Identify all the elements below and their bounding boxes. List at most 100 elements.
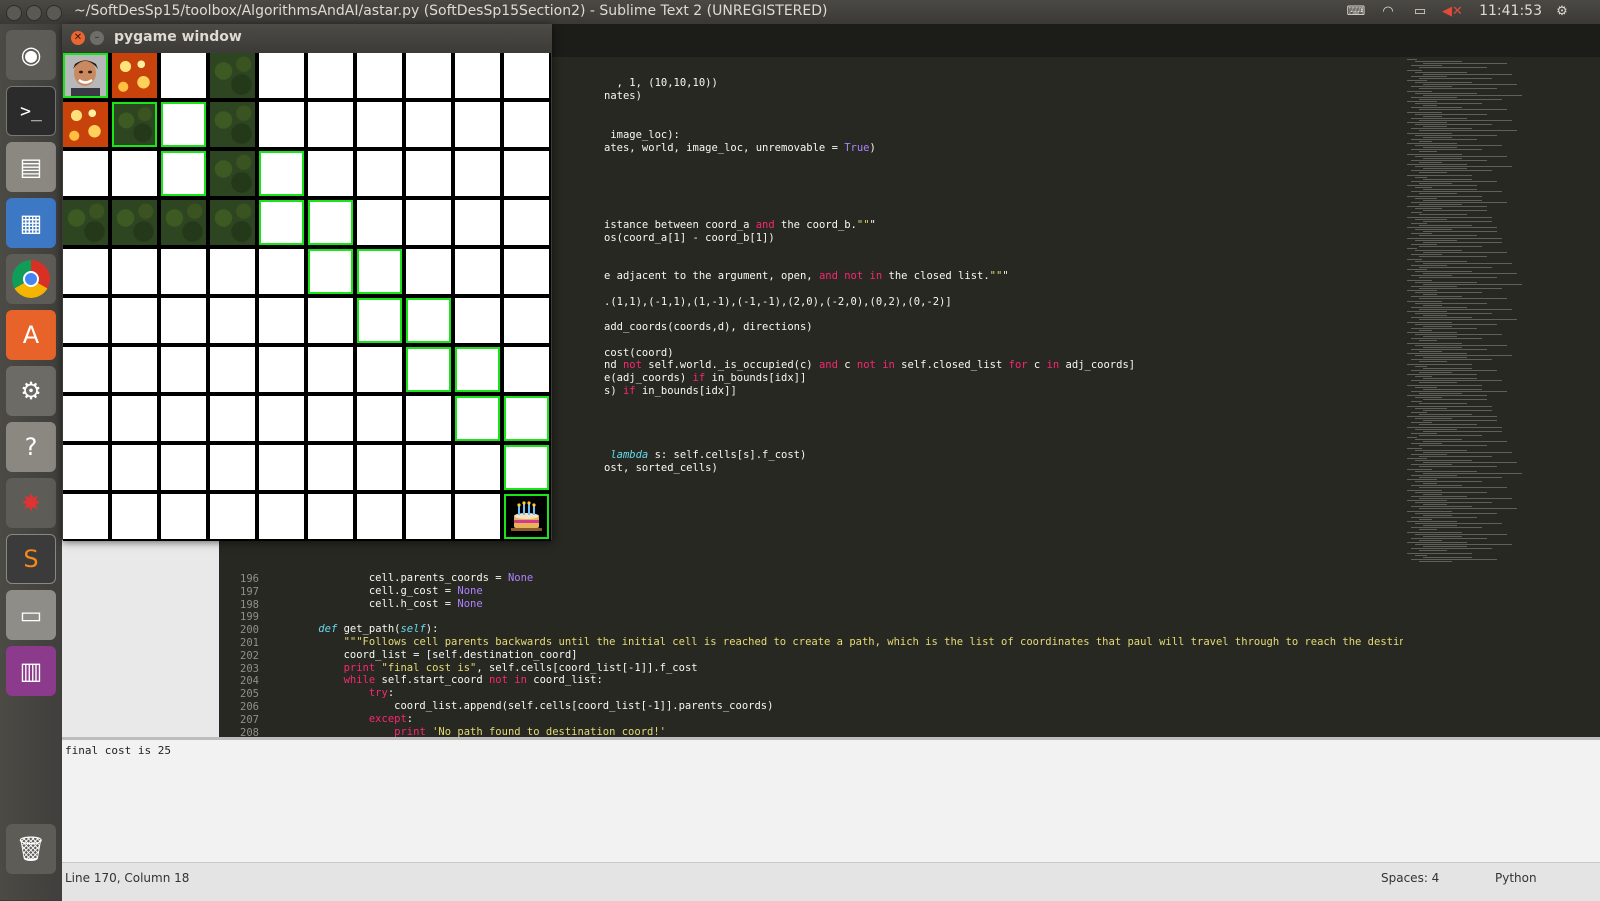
- grid-cell[interactable]: [455, 102, 500, 147]
- grid-cell[interactable]: [161, 396, 206, 441]
- grid-cell[interactable]: [308, 249, 353, 294]
- player-avatar[interactable]: [63, 53, 108, 98]
- lava-tile[interactable]: [63, 102, 108, 147]
- grass-tile[interactable]: [210, 102, 255, 147]
- close-icon[interactable]: ✕: [71, 31, 85, 45]
- grid-cell[interactable]: [112, 396, 157, 441]
- grid-cell[interactable]: [112, 249, 157, 294]
- grid-cell[interactable]: [63, 347, 108, 392]
- lava-tile[interactable]: [112, 53, 157, 98]
- grid-cell[interactable]: [161, 102, 206, 147]
- system-settings-icon[interactable]: ⚙: [6, 366, 56, 416]
- grid-cell[interactable]: [259, 151, 304, 196]
- grid-cell[interactable]: [504, 151, 549, 196]
- clock[interactable]: 11:41:53: [1479, 3, 1542, 19]
- volume-muted-icon[interactable]: ◀✕: [1442, 4, 1463, 20]
- grid-cell[interactable]: [259, 249, 304, 294]
- grid-cell[interactable]: [63, 249, 108, 294]
- grid-cell[interactable]: [308, 298, 353, 343]
- grid-cell[interactable]: [357, 151, 402, 196]
- grid-cell[interactable]: [259, 53, 304, 98]
- grid-cell[interactable]: [455, 200, 500, 245]
- grid-cell[interactable]: [161, 53, 206, 98]
- indentation-setting[interactable]: Spaces: 4: [1381, 871, 1439, 885]
- grass-tile[interactable]: [63, 200, 108, 245]
- chrome-icon[interactable]: [6, 254, 56, 304]
- grid-cell[interactable]: [259, 200, 304, 245]
- grass-tile[interactable]: [112, 200, 157, 245]
- grid-cell[interactable]: [259, 102, 304, 147]
- grid-cell[interactable]: [112, 347, 157, 392]
- grid-cell[interactable]: [406, 200, 451, 245]
- syntax-setting[interactable]: Python: [1495, 871, 1537, 885]
- grid-cell[interactable]: [504, 102, 549, 147]
- grass-tile[interactable]: [161, 200, 206, 245]
- grid-cell[interactable]: [308, 445, 353, 490]
- grid-cell[interactable]: [406, 396, 451, 441]
- grid-cell[interactable]: [504, 445, 549, 490]
- grid-cell[interactable]: [63, 396, 108, 441]
- gear-icon[interactable]: ⚙: [1552, 4, 1572, 20]
- grid-cell[interactable]: [210, 249, 255, 294]
- grid-cell[interactable]: [455, 249, 500, 294]
- grass-tile[interactable]: [210, 200, 255, 245]
- astar-grid[interactable]: [63, 53, 551, 541]
- grid-cell[interactable]: [308, 151, 353, 196]
- grid-cell[interactable]: [112, 151, 157, 196]
- grid-cell[interactable]: [259, 347, 304, 392]
- grid-cell[interactable]: [504, 200, 549, 245]
- grid-cell[interactable]: [161, 151, 206, 196]
- grid-cell[interactable]: [63, 445, 108, 490]
- wifi-icon[interactable]: ◠: [1378, 4, 1398, 20]
- grass-tile[interactable]: [112, 102, 157, 147]
- grid-cell[interactable]: [308, 200, 353, 245]
- grid-cell[interactable]: [357, 298, 402, 343]
- grid-cell[interactable]: [259, 298, 304, 343]
- software-center-icon[interactable]: A: [6, 310, 56, 360]
- grid-cell[interactable]: [63, 494, 108, 539]
- grid-cell[interactable]: [210, 445, 255, 490]
- window-minimize-button[interactable]: [26, 5, 42, 21]
- grid-cell[interactable]: [63, 151, 108, 196]
- grid-cell[interactable]: [357, 445, 402, 490]
- workspace-icon[interactable]: ▥: [6, 646, 56, 696]
- grid-cell[interactable]: [161, 494, 206, 539]
- grid-cell[interactable]: [161, 298, 206, 343]
- grid-cell[interactable]: [63, 298, 108, 343]
- minimize-icon[interactable]: –: [90, 31, 104, 45]
- grid-cell[interactable]: [455, 53, 500, 98]
- terminal-icon[interactable]: >_: [6, 86, 56, 136]
- grid-cell[interactable]: [406, 53, 451, 98]
- grid-cell[interactable]: [455, 347, 500, 392]
- grid-cell[interactable]: [112, 494, 157, 539]
- grid-cell[interactable]: [504, 347, 549, 392]
- grid-cell[interactable]: [504, 249, 549, 294]
- grid-cell[interactable]: [357, 494, 402, 539]
- web-icon[interactable]: ✸: [6, 478, 56, 528]
- grid-cell[interactable]: [406, 445, 451, 490]
- grid-cell[interactable]: [259, 494, 304, 539]
- grid-cell[interactable]: [308, 102, 353, 147]
- grid-cell[interactable]: [504, 396, 549, 441]
- trash-icon[interactable]: 🗑: [6, 824, 56, 874]
- grid-cell[interactable]: [308, 347, 353, 392]
- grid-cell[interactable]: [455, 151, 500, 196]
- grid-cell[interactable]: [455, 298, 500, 343]
- files-icon[interactable]: ▤: [6, 142, 56, 192]
- grid-cell[interactable]: [210, 298, 255, 343]
- grid-cell[interactable]: [406, 151, 451, 196]
- sublime-text-icon[interactable]: S: [6, 534, 56, 584]
- writer-icon[interactable]: ▦: [6, 198, 56, 248]
- grass-tile[interactable]: [210, 151, 255, 196]
- grid-cell[interactable]: [406, 494, 451, 539]
- grid-cell[interactable]: [210, 347, 255, 392]
- cake-goal[interactable]: [504, 494, 549, 539]
- grid-cell[interactable]: [112, 298, 157, 343]
- grid-cell[interactable]: [357, 347, 402, 392]
- grid-cell[interactable]: [357, 249, 402, 294]
- minimap[interactable]: [1403, 57, 1600, 737]
- grid-cell[interactable]: [308, 53, 353, 98]
- grid-cell[interactable]: [112, 445, 157, 490]
- grid-cell[interactable]: [357, 102, 402, 147]
- ubuntu-dash-icon[interactable]: ◉: [6, 30, 56, 80]
